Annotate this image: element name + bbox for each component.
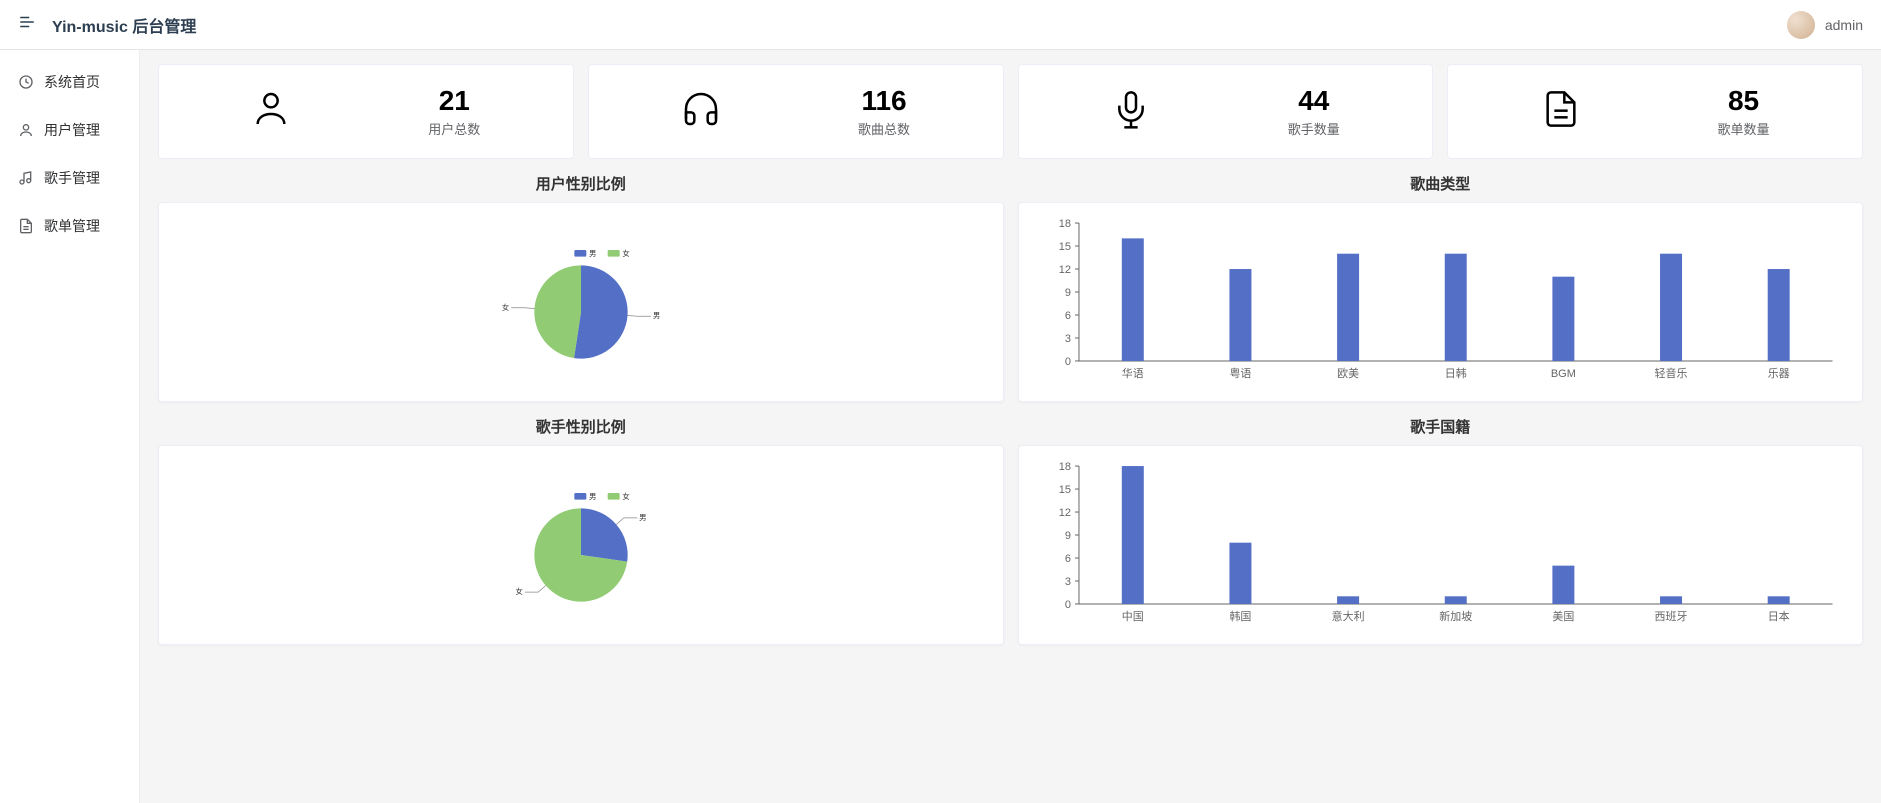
stat-label: 歌曲总数 <box>858 119 910 138</box>
sidebar-item-label: 系统首页 <box>44 72 100 92</box>
svg-text:0: 0 <box>1064 356 1070 368</box>
svg-text:美国: 美国 <box>1552 610 1574 623</box>
svg-text:西班牙: 西班牙 <box>1654 610 1687 623</box>
chart-title: 用户性别比例 <box>158 173 1004 194</box>
svg-text:12: 12 <box>1058 507 1070 519</box>
stat-label: 用户总数 <box>428 119 480 138</box>
stat-value: 85 <box>1718 85 1770 117</box>
svg-text:15: 15 <box>1058 484 1070 496</box>
avatar[interactable] <box>1787 11 1815 39</box>
svg-text:日本: 日本 <box>1767 609 1789 623</box>
headphones-icon <box>681 89 721 134</box>
svg-text:男: 男 <box>653 311 660 320</box>
svg-text:韩国: 韩国 <box>1229 609 1251 623</box>
stats-row: 21 用户总数 116 歌曲总数 44 歌手数量 <box>158 64 1863 159</box>
stat-value: 116 <box>858 85 910 117</box>
stat-value: 44 <box>1288 85 1340 117</box>
svg-text:女: 女 <box>515 587 522 596</box>
sidebar-item-label: 歌单管理 <box>44 216 100 236</box>
sidebar-item-singers[interactable]: 歌手管理 <box>0 154 139 202</box>
svg-text:女: 女 <box>502 303 509 312</box>
file-icon <box>1541 89 1581 134</box>
svg-text:3: 3 <box>1064 576 1070 588</box>
user-icon <box>18 122 34 138</box>
header: Yin-music 后台管理 admin <box>0 0 1881 50</box>
username-label[interactable]: admin <box>1825 17 1863 33</box>
svg-text:BGM: BGM <box>1550 368 1575 380</box>
chart-title: 歌手性别比例 <box>158 416 1004 437</box>
svg-text:日韩: 日韩 <box>1444 366 1466 380</box>
svg-text:6: 6 <box>1064 310 1070 322</box>
header-left: Yin-music 后台管理 <box>18 13 196 37</box>
chart-singer-gender: 歌手性别比例 男女男女 <box>158 416 1004 645</box>
svg-text:12: 12 <box>1058 264 1070 276</box>
sidebar-item-label: 用户管理 <box>44 120 100 140</box>
stat-label: 歌手数量 <box>1288 119 1340 138</box>
svg-text:乐器: 乐器 <box>1767 367 1789 380</box>
svg-text:15: 15 <box>1058 241 1070 253</box>
music-note-icon <box>18 170 34 186</box>
svg-text:女: 女 <box>622 249 629 258</box>
svg-text:6: 6 <box>1064 553 1070 565</box>
chart-user-gender: 用户性别比例 男女男女 <box>158 173 1004 402</box>
menu-toggle-icon[interactable] <box>18 13 36 36</box>
svg-text:新加坡: 新加坡 <box>1439 609 1472 623</box>
stat-value: 21 <box>428 85 480 117</box>
svg-text:0: 0 <box>1064 599 1070 611</box>
svg-text:18: 18 <box>1058 461 1070 473</box>
svg-text:粤语: 粤语 <box>1229 366 1251 380</box>
svg-text:华语: 华语 <box>1121 366 1143 380</box>
chart-singer-country: 歌手国籍 0 3 6 9 12 15 18 中国 韩国 意大利 新加坡 美国 西班牙 日本 <box>1018 416 1864 645</box>
svg-text:男: 男 <box>639 513 646 522</box>
svg-text:9: 9 <box>1064 287 1070 299</box>
svg-text:男: 男 <box>589 492 596 501</box>
sidebar-item-label: 歌手管理 <box>44 168 100 188</box>
app-title: Yin-music 后台管理 <box>52 13 196 37</box>
sidebar-item-home[interactable]: 系统首页 <box>0 58 139 106</box>
svg-text:3: 3 <box>1064 333 1070 345</box>
svg-text:欧美: 欧美 <box>1337 367 1359 380</box>
sidebar-item-users[interactable]: 用户管理 <box>0 106 139 154</box>
chart-song-type: 歌曲类型 0 3 6 9 12 15 18 华语 粤语 欧美 日韩 BGM 轻音乐 乐器 <box>1018 173 1864 402</box>
stat-label: 歌单数量 <box>1718 119 1770 138</box>
clock-icon <box>18 74 34 90</box>
sidebar: 系统首页 用户管理 歌手管理 歌单管理 <box>0 50 140 803</box>
svg-text:女: 女 <box>622 492 629 501</box>
svg-text:9: 9 <box>1064 530 1070 542</box>
svg-text:中国: 中国 <box>1121 610 1143 623</box>
stat-card-singers: 44 歌手数量 <box>1018 64 1434 159</box>
chart-title: 歌手国籍 <box>1018 416 1864 437</box>
stat-card-users: 21 用户总数 <box>158 64 574 159</box>
svg-text:18: 18 <box>1058 218 1070 230</box>
stat-card-playlists: 85 歌单数量 <box>1447 64 1863 159</box>
svg-text:男: 男 <box>589 249 596 258</box>
document-icon <box>18 218 34 234</box>
svg-text:意大利: 意大利 <box>1331 609 1364 623</box>
main-content: 21 用户总数 116 歌曲总数 44 歌手数量 <box>140 50 1881 803</box>
chart-title: 歌曲类型 <box>1018 173 1864 194</box>
header-right: admin <box>1787 11 1863 39</box>
user-icon <box>251 89 291 134</box>
mic-icon <box>1111 89 1151 134</box>
stat-card-songs: 116 歌曲总数 <box>588 64 1004 159</box>
svg-text:轻音乐: 轻音乐 <box>1654 366 1687 380</box>
sidebar-item-playlists[interactable]: 歌单管理 <box>0 202 139 250</box>
